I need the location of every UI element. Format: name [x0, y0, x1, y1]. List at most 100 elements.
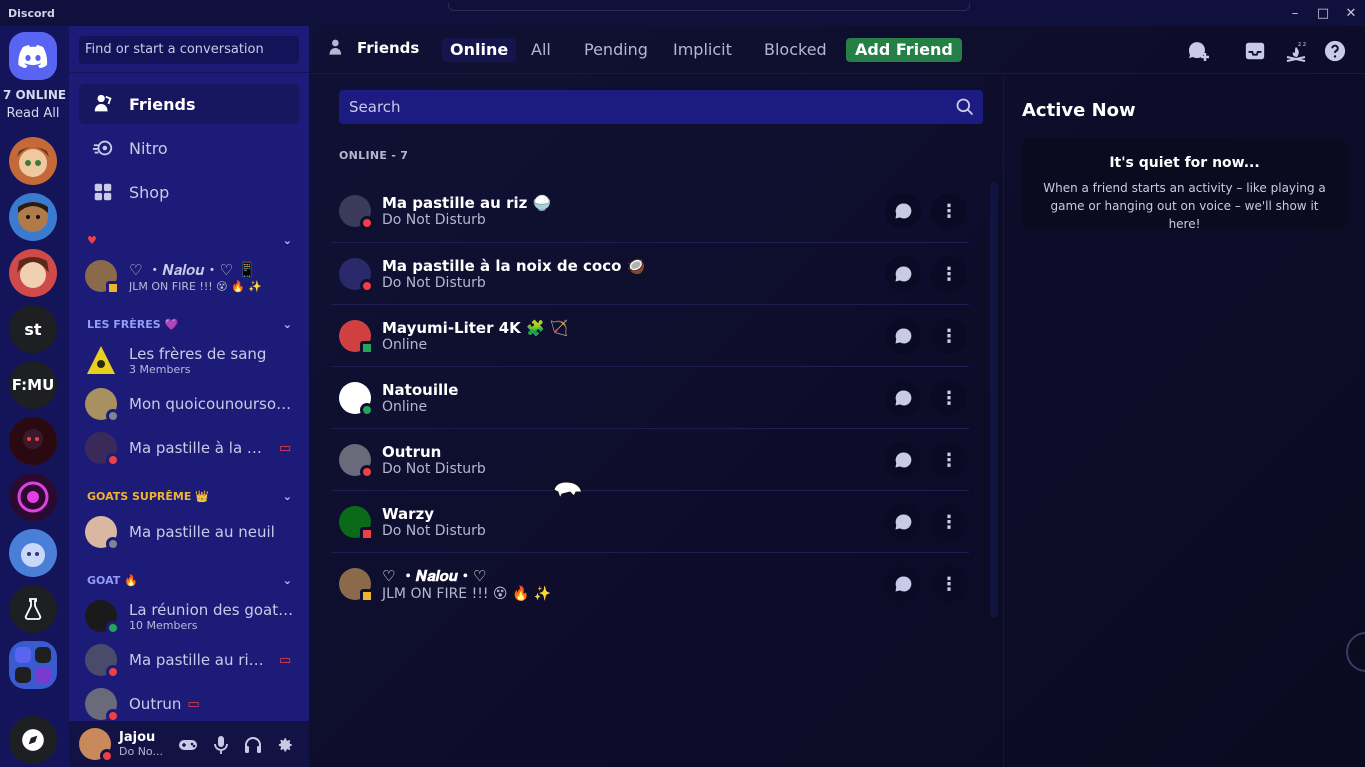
message-icon[interactable] — [885, 566, 921, 602]
category-header[interactable]: GOAT 🔥 ⌄ — [87, 574, 292, 587]
maximize-icon[interactable]: □ — [1309, 0, 1337, 26]
chevron-down-icon: ⌄ — [282, 490, 292, 503]
nav-shop[interactable]: Shop — [79, 172, 299, 212]
more-options-icon[interactable]: ⋮ — [931, 380, 967, 416]
tab-pending[interactable]: Pending — [576, 38, 656, 62]
tab-online[interactable]: Online — [442, 38, 517, 62]
category-header[interactable]: ♥ ⌄ — [87, 234, 292, 247]
read-all-button[interactable]: Read All — [0, 106, 66, 121]
server-icon[interactable] — [9, 137, 57, 185]
message-icon[interactable] — [885, 442, 921, 478]
dm-name: Ma pastille au neuil — [129, 523, 275, 541]
lab-flask-icon[interactable] — [9, 585, 57, 633]
settings-gear-icon[interactable] — [275, 735, 295, 755]
status-indicator — [100, 749, 114, 763]
friend-row[interactable]: Warzy Do Not Disturb ⋮ — [331, 490, 969, 552]
avatar — [339, 381, 374, 417]
nav-nitro[interactable]: Nitro — [79, 128, 299, 168]
more-options-icon[interactable]: ⋮ — [931, 504, 967, 540]
status-indicator — [360, 402, 374, 417]
inbox-icon[interactable] — [1243, 39, 1267, 63]
tab-blocked[interactable]: Blocked — [756, 38, 835, 62]
avatar — [339, 505, 374, 541]
friend-row[interactable]: ♡ ・𝑵𝒂𝒍𝒐𝒖・♡ JLM ON FIRE !!! 😵 🔥 ✨ ⋮ — [331, 552, 969, 614]
avatar — [85, 516, 120, 551]
dm-item[interactable]: Ma pastille au neuil — [79, 511, 299, 553]
server-icon[interactable]: st — [9, 305, 57, 353]
drag-handle[interactable] — [448, 3, 970, 11]
more-options-icon[interactable]: ⋮ — [931, 256, 967, 292]
message-icon[interactable] — [885, 380, 921, 416]
server-icon[interactable] — [9, 249, 57, 297]
header-title: Friends — [327, 38, 419, 58]
dm-name: Outrun — [129, 695, 182, 713]
explore-compass-icon[interactable] — [9, 716, 57, 764]
headphones-icon[interactable] — [243, 735, 263, 755]
divider — [69, 72, 309, 73]
category-header[interactable]: LES FRÈRES 💜 ⌄ — [87, 318, 292, 331]
tab-all[interactable]: All — [523, 38, 559, 62]
search-icon — [955, 97, 975, 121]
help-icon[interactable] — [1323, 39, 1347, 63]
close-icon[interactable]: ✕ — [1337, 0, 1365, 26]
friends-search-input[interactable]: Search — [339, 90, 983, 124]
friend-name: Ma pastille au riz 🍚 — [382, 194, 552, 212]
quests-campfire-icon[interactable]: z z — [1284, 39, 1308, 63]
user-panel: Jajou Do No... — [69, 721, 309, 767]
server-folder-icon[interactable] — [9, 641, 57, 689]
category-label: GOATS SUPRÊME 👑 — [87, 490, 209, 503]
chevron-down-icon: ⌄ — [282, 234, 292, 247]
category-label: GOAT 🔥 — [87, 574, 138, 587]
category-header[interactable]: GOATS SUPRÊME 👑 ⌄ — [87, 490, 292, 503]
gamepad-icon[interactable] — [178, 735, 198, 755]
friend-name: Outrun — [382, 442, 442, 461]
add-friend-button[interactable]: Add Friend — [846, 38, 962, 62]
message-icon[interactable] — [885, 193, 921, 229]
more-options-icon[interactable]: ⋮ — [931, 566, 967, 602]
status-indicator — [360, 278, 374, 293]
scrollbar[interactable] — [990, 182, 998, 618]
find-conversation-input[interactable]: Find or start a conversation — [79, 36, 299, 64]
friends-header: Friends Online All Pending Implicit Bloc… — [309, 26, 1365, 74]
mobile-status-icon — [360, 340, 374, 355]
message-icon[interactable] — [885, 318, 921, 354]
new-group-dm-icon[interactable] — [1186, 39, 1210, 63]
server-icon[interactable] — [9, 473, 57, 521]
panel-divider — [1003, 75, 1004, 767]
empty-title: It's quiet for now... — [1109, 155, 1260, 171]
microphone-icon[interactable] — [211, 735, 231, 755]
server-icon[interactable] — [9, 417, 57, 465]
message-icon[interactable] — [885, 504, 921, 540]
message-icon[interactable] — [885, 256, 921, 292]
friend-row[interactable]: Outrun Do Not Disturb ⋮ — [331, 428, 969, 490]
dm-item[interactable]: ♡ ・𝑵𝒂𝒍𝒐𝒖・♡ 📱 JLM ON FIRE !!! 😵 🔥 ✨ — [79, 255, 299, 297]
more-options-icon[interactable]: ⋮ — [931, 193, 967, 229]
nav-friends[interactable]: Friends — [79, 84, 299, 124]
dm-item[interactable]: Outrun ▭ — [79, 683, 299, 725]
dm-item[interactable]: Ma pastille à la n... ▭ — [79, 427, 299, 469]
server-icon[interactable] — [9, 529, 57, 577]
more-options-icon[interactable]: ⋮ — [931, 318, 967, 354]
friend-row[interactable]: Natouille Online ⋮ — [331, 366, 969, 428]
dm-item[interactable]: Mon quoicounourson ... — [79, 383, 299, 425]
dm-item[interactable]: Les frères de sang 3 Members — [79, 339, 299, 381]
friend-row[interactable]: Ma pastille au riz 🍚 Do Not Disturb ⋮ — [331, 180, 969, 242]
tab-implicit[interactable]: Implicit — [665, 38, 740, 62]
dm-item[interactable]: Ma pastille au riz... ▭ — [79, 639, 299, 681]
dm-name: Ma pastille à la n... — [129, 439, 269, 457]
minimize-icon[interactable]: – — [1281, 0, 1309, 26]
user-avatar[interactable] — [79, 728, 114, 763]
discord-home-button[interactable] — [9, 32, 57, 80]
friend-row[interactable]: Mayumi-Liter 4K 🧩 🏹 Online ⋮ — [331, 304, 969, 366]
online-count-header: ONLINE - 7 — [339, 149, 409, 162]
server-icon[interactable]: F:MU — [9, 361, 57, 409]
shop-icon — [91, 180, 115, 204]
dm-item[interactable]: La réunion des goats... 10 Members — [79, 595, 299, 637]
friend-row[interactable]: Ma pastille à la noix de coco 🥥 Do Not D… — [331, 242, 969, 304]
server-icon[interactable] — [9, 193, 57, 241]
username: Jajou — [119, 730, 156, 745]
collapse-panel-button[interactable] — [1346, 632, 1365, 672]
friend-status: Online — [382, 336, 428, 353]
streaming-screen-icon: ▭ — [187, 696, 200, 712]
more-options-icon[interactable]: ⋮ — [931, 442, 967, 478]
